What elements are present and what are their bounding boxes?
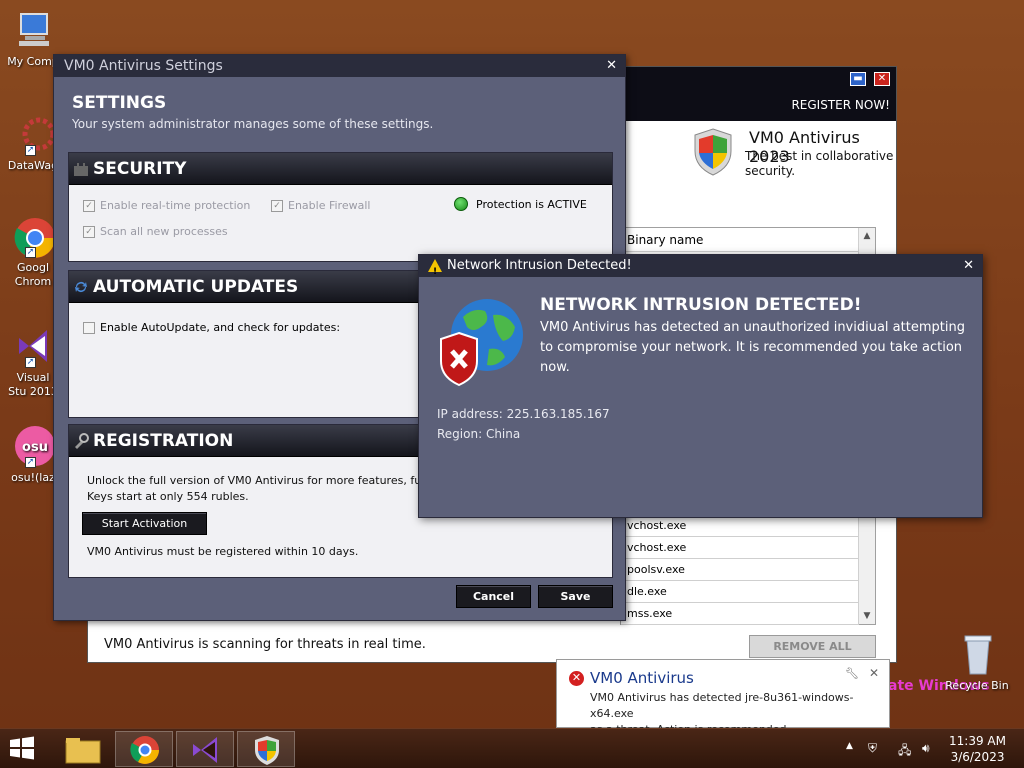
notification-line: VM0 Antivirus has detected jre-8u361-win… <box>590 691 854 720</box>
notification-title: VM0 Antivirus <box>590 669 694 687</box>
volume-icon[interactable]: 🔊︎ <box>922 741 930 756</box>
checkbox-box <box>83 321 95 334</box>
folder-icon <box>65 738 101 764</box>
computer-icon <box>11 8 55 52</box>
intrusion-region: Region: China <box>437 427 521 441</box>
protection-status: Protection is ACTIVE <box>454 197 587 211</box>
action-center-shield-icon[interactable]: ⛨ <box>868 741 877 756</box>
settings-wrench-icon[interactable]: 🔧︎ <box>845 667 859 680</box>
gear-icon: ➚ <box>11 112 56 156</box>
intrusion-heading: NETWORK INTRUSION DETECTED! <box>540 295 862 315</box>
table-row[interactable]: vchost.exe <box>621 537 859 559</box>
desktop-icon-label: Recycle Bin <box>945 679 1009 692</box>
intrusion-dialog: ! Network Intrusion Detected! ✕ NETWORK … <box>418 254 983 518</box>
intrusion-close-button[interactable]: ✕ <box>963 255 974 277</box>
firewall-checkbox[interactable]: ✓ Enable Firewall <box>271 199 370 212</box>
osu-icon: osu ➚ <box>11 424 55 468</box>
globe-shield-icon <box>440 299 523 387</box>
refresh-icon <box>75 282 87 292</box>
realtime-protection-checkbox[interactable]: ✓ Enable real-time protection <box>83 199 250 212</box>
intrusion-titlebar: ! Network Intrusion Detected! ✕ <box>419 255 982 277</box>
taskbar-google-chrome[interactable] <box>115 731 173 767</box>
check-icon: ✓ <box>271 199 283 212</box>
registration-title: REGISTRATION <box>93 431 234 451</box>
visual-studio-icon: ➚ <box>11 324 55 368</box>
start-activation-button[interactable]: Start Activation <box>82 512 207 535</box>
castle-icon <box>74 163 88 176</box>
windows-logo-icon <box>10 736 34 760</box>
threat-notification[interactable]: ✕ VM0 Antivirus VM0 Antivirus has detect… <box>556 659 890 736</box>
intrusion-message: VM0 Antivirus has detected an unauthoriz… <box>540 320 965 375</box>
shortcut-arrow-icon: ➚ <box>25 145 36 156</box>
table-row[interactable]: poolsv.exe <box>621 559 859 581</box>
save-button[interactable]: Save <box>538 585 613 608</box>
table-row[interactable]: mss.exe <box>621 603 859 625</box>
windows-shield-icon <box>694 128 732 176</box>
checkbox-label: Enable Firewall <box>288 199 371 212</box>
registration-deadline: VM0 Antivirus must be registered within … <box>87 545 359 558</box>
taskbar-file-explorer[interactable] <box>54 731 112 767</box>
checkbox-label: Enable real-time protection <box>100 199 251 212</box>
recycle-bin-icon <box>955 632 999 676</box>
brand-tagline: The best in collaborative security. <box>745 149 894 178</box>
remove-all-threats-button[interactable]: REMOVE ALL THREATS <box>749 635 876 674</box>
taskbar-vm0-antivirus[interactable] <box>237 731 295 767</box>
scroll-up-icon[interactable]: ▲ <box>859 228 875 244</box>
close-button[interactable]: ✕ <box>874 72 890 86</box>
updates-title: AUTOMATIC UPDATES <box>93 277 299 297</box>
security-header: SECURITY <box>69 153 612 185</box>
shortcut-arrow-icon: ➚ <box>25 247 36 258</box>
chrome-icon: ➚ <box>11 214 55 258</box>
taskbar: ▲ ⛨ 🖧︎ 🔊︎ 11:39 AM 3/6/2023 <box>0 728 1024 768</box>
desktop-icon-recycle-bin[interactable]: Recycle Bin <box>942 632 1012 692</box>
start-button[interactable] <box>8 735 40 763</box>
warning-icon: ! <box>428 259 442 277</box>
error-icon: ✕ <box>569 671 584 686</box>
status-green-dot-icon <box>454 197 468 211</box>
autoupdate-checkbox[interactable]: Enable AutoUpdate, and check for updates… <box>83 321 340 334</box>
security-title: SECURITY <box>93 159 187 179</box>
registration-line: Unlock the full version of VM0 Antivirus… <box>87 474 428 487</box>
show-hidden-icons-icon[interactable]: ▲ <box>846 741 853 751</box>
network-icon[interactable]: 🖧︎ <box>898 741 911 762</box>
registration-text: Unlock the full version of VM0 Antivirus… <box>87 473 427 505</box>
check-icon: ✓ <box>83 225 95 238</box>
desktop-icon-label: Googl Chrom <box>14 261 52 288</box>
shortcut-arrow-icon: ➚ <box>25 457 36 468</box>
windows-shield-icon <box>255 736 279 765</box>
visual-studio-icon <box>193 737 217 763</box>
registration-line: Keys start at only 554 rubles. <box>87 490 249 503</box>
column-header-binary-name[interactable]: Binary name <box>621 228 875 252</box>
checkbox-label: Enable AutoUpdate, and check for updates… <box>100 321 341 334</box>
protection-status-text: Protection is ACTIVE <box>476 197 587 211</box>
security-section: SECURITY ✓ Enable real-time protection ✓ E… <box>68 152 613 262</box>
tools-icon <box>75 433 89 449</box>
clock-date: 3/6/2023 <box>950 750 1005 764</box>
shortcut-arrow-icon: ➚ <box>25 357 36 368</box>
minimize-button[interactable]: ▬ <box>850 72 866 86</box>
settings-window-title: VM0 Antivirus Settings <box>64 58 223 74</box>
taskbar-visual-studio[interactable] <box>176 731 234 767</box>
table-row[interactable]: dle.exe <box>621 581 859 603</box>
notification-close-icon[interactable]: ✕ <box>869 666 879 680</box>
settings-close-button[interactable]: ✕ <box>606 55 617 77</box>
intrusion-window-title: Network Intrusion Detected! <box>447 258 632 273</box>
chrome-icon <box>130 736 159 764</box>
scroll-down-icon[interactable]: ▼ <box>859 608 875 624</box>
svg-text:osu: osu <box>22 440 48 455</box>
settings-titlebar: VM0 Antivirus Settings ✕ <box>54 55 625 77</box>
scan-status-text: VM0 Antivirus is scanning for threats in… <box>104 637 426 652</box>
checkbox-label: Scan all new processes <box>100 225 228 238</box>
check-icon: ✓ <box>83 199 95 212</box>
table-row[interactable]: vchost.exe <box>621 515 859 537</box>
intrusion-ip: IP address: 225.163.185.167 <box>437 407 610 421</box>
clock-time: 11:39 AM <box>949 734 1006 748</box>
register-now-link[interactable]: REGISTER NOW! <box>791 98 890 112</box>
desktop-icon-label: Visual Stu 2013 <box>8 371 58 398</box>
system-clock[interactable]: 11:39 AM 3/6/2023 <box>949 733 1006 765</box>
settings-subheading: Your system administrator manages some o… <box>72 117 434 131</box>
scan-all-checkbox[interactable]: ✓ Scan all new processes <box>83 225 228 238</box>
cancel-button[interactable]: Cancel <box>456 585 531 608</box>
settings-heading: SETTINGS <box>72 93 167 113</box>
